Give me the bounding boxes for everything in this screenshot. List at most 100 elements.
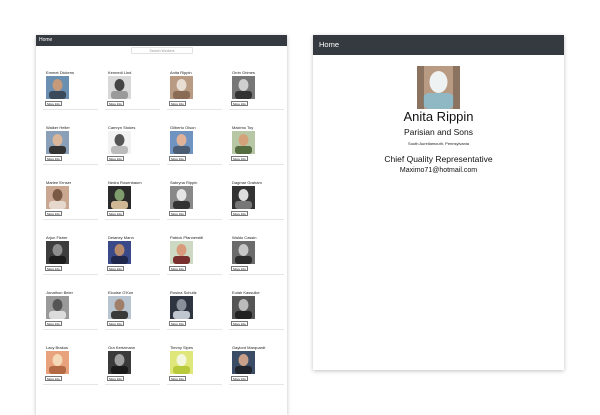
worker-card: Rosina Schultz More Info <box>167 284 222 330</box>
worker-name: Anita Rippin <box>403 109 474 124</box>
worker-card: Elouise O'Kon More Info <box>105 284 160 330</box>
worker-card: Maximo Toy More Info <box>229 119 284 165</box>
more-info-button[interactable]: More Info <box>107 321 124 326</box>
worker-card: Gilberto Olson More Info <box>167 119 222 165</box>
worker-detail-panel: Home Anita Rippin Parisian and Sons Sout… <box>313 35 564 370</box>
worker-card-photo <box>232 131 255 154</box>
worker-card-name: Gaylord Marquardt <box>232 345 266 350</box>
more-info-button[interactable]: More Info <box>45 266 62 271</box>
worker-card-name: Emmet Dickens <box>46 70 75 75</box>
worker-card-photo <box>46 186 69 209</box>
worker-list-panel: Home Emmet Dickens More Info Kennedi Lind M… <box>36 35 287 415</box>
worker-card-name: Lacy Brakus <box>46 345 69 350</box>
worker-card: Dagmar Graham More Info <box>229 174 284 220</box>
worker-card: Kennedi Lind More Info <box>105 64 160 110</box>
worker-card-photo <box>170 76 193 99</box>
more-info-button[interactable]: More Info <box>231 321 248 326</box>
more-info-button[interactable]: More Info <box>107 101 124 106</box>
more-info-button[interactable]: More Info <box>107 211 124 216</box>
worker-job-title: Chief Quality Representative <box>384 154 493 164</box>
more-info-button[interactable]: More Info <box>169 266 186 271</box>
worker-card-photo <box>232 296 255 319</box>
worker-card: Patrick Pfannerstill More Info <box>167 229 222 275</box>
more-info-button[interactable]: More Info <box>169 156 186 161</box>
worker-card-name: Nedra Rosenbaum <box>108 180 142 185</box>
worker-card-name: Ora Kertzmann <box>108 345 136 350</box>
worker-card-name: Jonathon Beier <box>46 290 73 295</box>
worker-card-name: Arjun Fisher <box>46 235 68 240</box>
more-info-button[interactable]: More Info <box>169 321 186 326</box>
nav-home-link[interactable]: Home <box>39 37 52 43</box>
worker-card: Eulah Kassulke More Info <box>229 284 284 330</box>
worker-card-name: Eulah Kassulke <box>232 290 260 295</box>
worker-card-name: Gilberto Olson <box>170 125 196 130</box>
worker-card-name: Patrick Pfannerstill <box>170 235 204 240</box>
worker-card-name: Dagmar Graham <box>232 180 262 185</box>
worker-card: Emmet Dickens More Info <box>43 64 98 110</box>
more-info-button[interactable]: More Info <box>169 376 186 381</box>
more-info-button[interactable]: More Info <box>45 321 62 326</box>
worker-card-name: Anita Rippin <box>170 70 192 75</box>
worker-card: Ora Kertzmann More Info <box>105 339 160 385</box>
worker-card-name: Rosina Schultz <box>170 290 197 295</box>
worker-card-photo <box>232 76 255 99</box>
worker-card-photo <box>108 76 131 99</box>
worker-email: Maximo71@hotmail.com <box>399 167 478 174</box>
worker-card: Arjun Fisher More Info <box>43 229 98 275</box>
worker-card-photo <box>108 296 131 319</box>
more-info-button[interactable]: More Info <box>169 101 186 106</box>
more-info-button[interactable]: More Info <box>169 211 186 216</box>
worker-card: Nedra Rosenbaum More Info <box>105 174 160 220</box>
worker-card-photo <box>108 241 131 264</box>
worker-card: Camryn Stokes More Info <box>105 119 160 165</box>
more-info-button[interactable]: More Info <box>45 101 62 106</box>
worker-card-photo <box>170 186 193 209</box>
worker-card-name: Delaney Mann <box>108 235 134 240</box>
worker-card-photo <box>46 241 69 264</box>
worker-company: Parisian and Sons <box>404 127 473 137</box>
worker-card-name: Maximo Toy <box>232 125 254 130</box>
worker-card-name: Orrin Grimes <box>232 70 255 75</box>
worker-card-photo <box>46 131 69 154</box>
more-info-button[interactable]: More Info <box>45 211 62 216</box>
worker-card-photo <box>46 351 69 374</box>
worker-card: Jonathon Beier More Info <box>43 284 98 330</box>
more-info-button[interactable]: More Info <box>231 211 248 216</box>
worker-card: Walker Heller More Info <box>43 119 98 165</box>
more-info-button[interactable]: More Info <box>231 266 248 271</box>
worker-card: Delaney Mann More Info <box>105 229 160 275</box>
nav-home-link[interactable]: Home <box>319 40 339 49</box>
worker-card: Timmy Sipes More Info <box>167 339 222 385</box>
navbar: Home <box>36 35 287 46</box>
worker-card-name: Timmy Sipes <box>170 345 193 350</box>
more-info-button[interactable]: More Info <box>231 376 248 381</box>
worker-card-photo <box>46 76 69 99</box>
worker-card: Marlee Ernser More Info <box>43 174 98 220</box>
worker-card-name: Marlee Ernser <box>46 180 72 185</box>
worker-card: Sabryna Rippin More Info <box>167 174 222 220</box>
worker-card: Orrin Grimes More Info <box>229 64 284 110</box>
worker-card-name: Elouise O'Kon <box>108 290 134 295</box>
more-info-button[interactable]: More Info <box>45 376 62 381</box>
more-info-button[interactable]: More Info <box>45 156 62 161</box>
more-info-button[interactable]: More Info <box>107 156 124 161</box>
more-info-button[interactable]: More Info <box>231 101 248 106</box>
worker-card-name: Sabryna Rippin <box>170 180 198 185</box>
more-info-button[interactable]: More Info <box>107 376 124 381</box>
worker-card-photo <box>170 296 193 319</box>
worker-card: Gaylord Marquardt More Info <box>229 339 284 385</box>
worker-card-photo <box>232 351 255 374</box>
search-input[interactable] <box>131 47 193 54</box>
worker-card: Lacy Brakus More Info <box>43 339 98 385</box>
navbar: Home <box>313 35 564 55</box>
more-info-button[interactable]: More Info <box>231 156 248 161</box>
worker-card-photo <box>108 186 131 209</box>
worker-card-photo <box>232 186 255 209</box>
worker-card: Waldo Cassin More Info <box>229 229 284 275</box>
worker-location: South Aureliamouth, Pennsylvania <box>408 141 469 146</box>
worker-card-photo <box>108 351 131 374</box>
worker-card-photo <box>170 241 193 264</box>
more-info-button[interactable]: More Info <box>107 266 124 271</box>
worker-card-photo <box>232 241 255 264</box>
worker-card-photo <box>170 131 193 154</box>
